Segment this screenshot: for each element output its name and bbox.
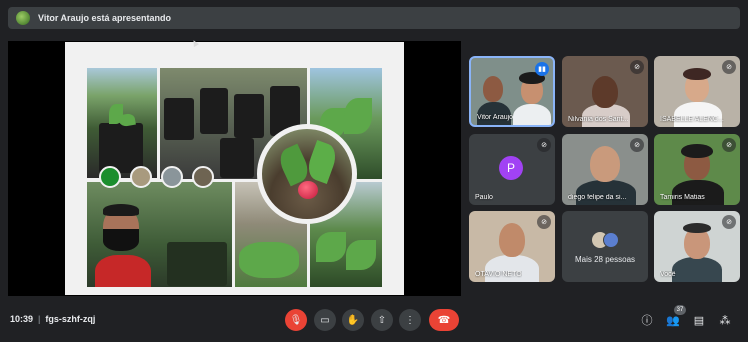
mic-toggle-button[interactable]: 🎙: [285, 309, 307, 331]
meet-window: Vitor Araujo está apresentando ▮▮ Vitor …: [0, 0, 748, 342]
participant-name: Nilvania dos Sant...: [568, 116, 629, 123]
raise-hand-icon: ✋: [346, 314, 360, 326]
color-swatch-row: [99, 166, 214, 188]
speaking-icon: ▮▮: [535, 62, 549, 76]
camera-toggle-button[interactable]: ▭: [314, 309, 336, 331]
participant-name: OTAVIO NETO: [475, 271, 522, 278]
meeting-code: fgs-szhf-zqj: [45, 314, 96, 324]
more-options-button[interactable]: ⋮: [399, 309, 421, 331]
participant-avatar: P: [499, 156, 523, 180]
participant-tile[interactable]: ⊘ ISABELLE ALENC...: [654, 56, 740, 127]
self-tile[interactable]: ⊘ Você: [654, 211, 740, 282]
meeting-info: 10:39 | fgs-szhf-zqj: [10, 314, 95, 324]
presenter-banner-text: Vitor Araujo está apresentando: [38, 13, 172, 23]
participant-name: Tamiris Matias: [660, 194, 705, 201]
presentation-slide: [65, 42, 404, 295]
mic-off-icon: 🎙: [289, 314, 303, 326]
color-swatch: [192, 166, 214, 188]
slide-photo-seedling: [87, 68, 157, 178]
color-swatch: [161, 166, 183, 188]
mic-off-icon: ⊘: [722, 215, 736, 229]
chat-button[interactable]: ▤: [692, 313, 706, 327]
presentation-area: [8, 41, 461, 296]
participant-name: Você: [660, 271, 676, 278]
people-button[interactable]: 👥: [666, 313, 680, 327]
presenter-avatar: [16, 11, 30, 25]
more-options-icon: ⋮: [405, 314, 415, 326]
presenter-banner[interactable]: Vitor Araujo está apresentando: [8, 7, 740, 29]
color-swatch: [130, 166, 152, 188]
raise-hand-button[interactable]: ✋: [342, 309, 364, 331]
slide-photo-people: [87, 182, 232, 287]
mic-off-icon: ⊘: [722, 60, 736, 74]
participant-tile[interactable]: ⊘ OTAVIO NETO: [469, 211, 555, 282]
activities-button[interactable]: ⁂: [718, 313, 732, 327]
present-now-button[interactable]: ⇧: [371, 309, 393, 331]
activities-icon: ⁂: [719, 314, 731, 327]
mic-off-icon: ⊘: [537, 215, 551, 229]
color-swatch: [99, 166, 121, 188]
people-count-badge: 37: [674, 305, 686, 315]
people-icon: 👥: [666, 314, 680, 327]
meeting-time: 10:39: [10, 314, 34, 324]
participant-tile[interactable]: ⊘ Tamiris Matias: [654, 134, 740, 205]
masked-person: [95, 204, 151, 287]
info-icon: ⓘ: [641, 315, 653, 327]
participant-tile[interactable]: ⊘ diego felipe da si...: [562, 134, 648, 205]
camera-icon: ▭: [320, 314, 330, 326]
chat-icon: ▤: [693, 314, 705, 327]
meeting-info-separator: |: [38, 314, 41, 324]
participant-tile[interactable]: P ⊘ Paulo: [469, 134, 555, 205]
leave-call-button[interactable]: ☎: [429, 309, 459, 331]
bottom-control-bar: 10:39 | fgs-szhf-zqj 🎙 ▭ ✋ ⇧ ⋮ ☎ ⓘ 👥 ▤ ⁂: [0, 302, 748, 342]
participant-name: ISABELLE ALENC...: [660, 116, 724, 123]
participant-tile[interactable]: ▮▮ Vitor Araujo: [469, 56, 555, 127]
present-icon: ⇧: [377, 314, 387, 326]
mic-off-icon: ⊘: [630, 138, 644, 152]
participant-name: Paulo: [475, 194, 493, 201]
slide-photo-radish: [257, 124, 357, 224]
participant-avatar: [603, 232, 619, 248]
meeting-details-button[interactable]: ⓘ: [640, 313, 654, 327]
participant-name: Vitor Araujo: [477, 114, 514, 121]
mic-off-icon: ⊘: [722, 138, 736, 152]
mic-off-icon: ⊘: [537, 138, 551, 152]
hang-up-icon: ☎: [437, 314, 451, 326]
more-participants-label: Mais 28 pessoas: [574, 255, 636, 264]
participant-name: diego felipe da si...: [568, 194, 627, 201]
mic-off-icon: ⊘: [630, 60, 644, 74]
more-participants-tile[interactable]: Mais 28 pessoas: [562, 211, 648, 282]
participant-tile[interactable]: ⊘ Nilvania dos Sant...: [562, 56, 648, 127]
